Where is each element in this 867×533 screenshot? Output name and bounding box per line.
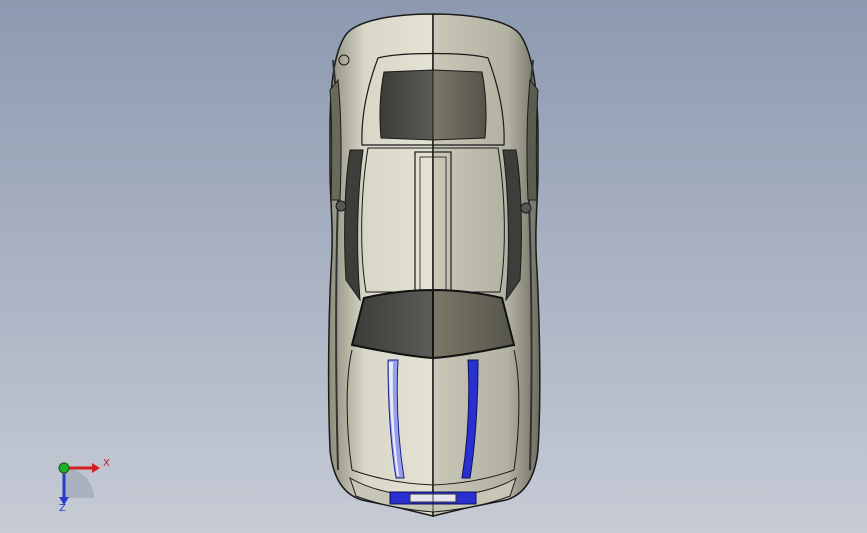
z-axis-label: Z <box>59 503 66 514</box>
x-axis-label: X <box>103 458 110 469</box>
graphics-viewport[interactable]: X Z <box>0 0 867 533</box>
car-model-top-view[interactable] <box>0 0 867 533</box>
left-mirror <box>335 200 347 212</box>
right-mirror <box>520 202 532 214</box>
